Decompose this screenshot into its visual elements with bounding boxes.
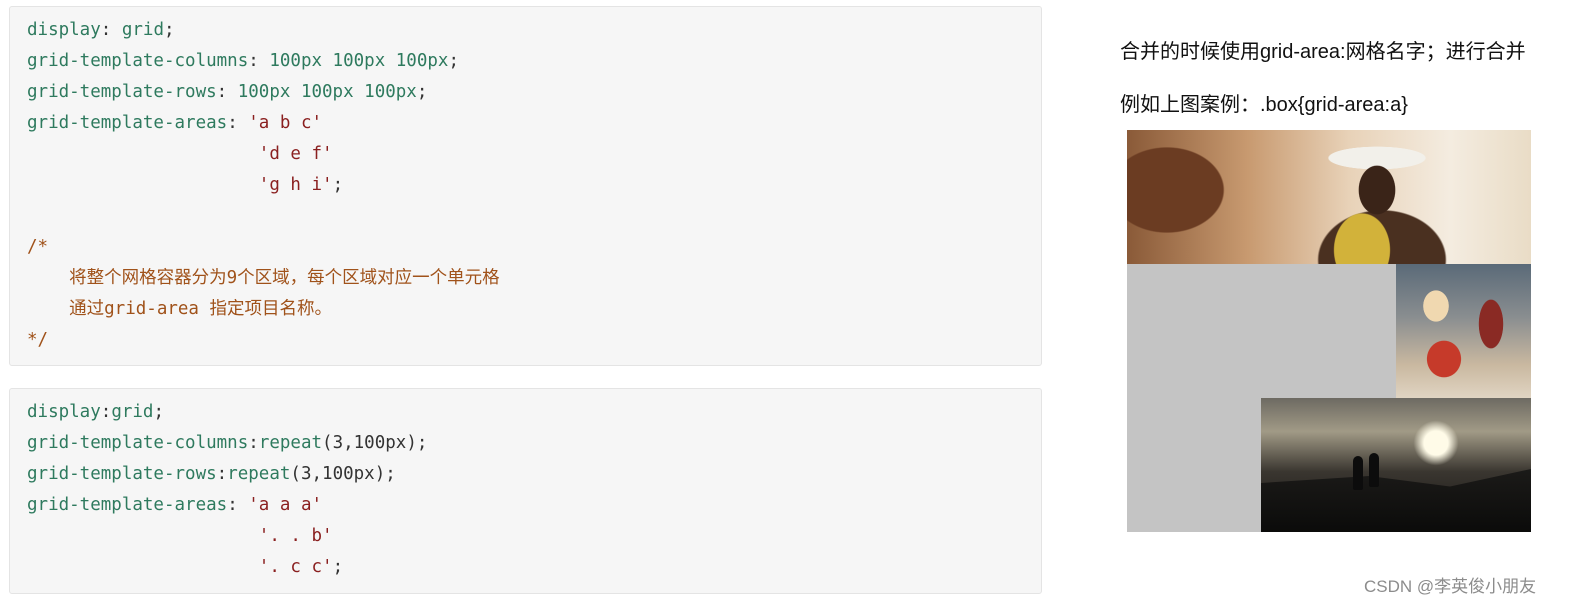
css-property: display bbox=[27, 20, 101, 40]
code-line: grid-template-columns: 100px 100px 100px… bbox=[27, 51, 460, 71]
code-line: /* bbox=[27, 232, 1041, 263]
code-line: */ bbox=[27, 325, 1041, 356]
css-string: 'a b c' bbox=[248, 113, 323, 133]
comment-text: 通过grid-area 指定项目名称。 bbox=[27, 299, 333, 319]
code-line: display:grid; bbox=[27, 402, 165, 422]
css-property: grid-template-columns bbox=[27, 51, 249, 71]
css-property: display bbox=[27, 402, 101, 422]
css-function: repeat bbox=[258, 433, 323, 453]
code-line: grid-template-rows: 100px 100px 100px; bbox=[27, 82, 428, 102]
css-value: grid bbox=[121, 20, 164, 40]
code-line: display: grid; bbox=[27, 20, 175, 40]
code-line: grid-template-rows:repeat(3,100px); bbox=[27, 464, 396, 484]
grid-area-demo-image bbox=[1127, 130, 1531, 532]
watermark: CSDN @李英俊小朋友 bbox=[1364, 577, 1537, 596]
code-line: 'd e f' bbox=[27, 139, 1041, 170]
css-string: 'd e f' bbox=[258, 144, 333, 164]
css-function: repeat bbox=[227, 464, 291, 484]
grid-cell-c-photo bbox=[1261, 398, 1531, 532]
css-string: 'g h i' bbox=[258, 175, 333, 195]
css-property: grid-template-rows bbox=[27, 82, 217, 102]
silhouette-figure bbox=[1369, 453, 1379, 487]
css-value: grid bbox=[111, 402, 154, 422]
code-line: grid-template-areas: 'a b c' bbox=[27, 113, 323, 133]
css-string: '. . b' bbox=[258, 526, 333, 546]
comment-close: */ bbox=[27, 330, 49, 350]
grid-cell-a-photo bbox=[1127, 130, 1531, 264]
code-line: grid-template-columns:repeat(3,100px); bbox=[27, 433, 428, 453]
css-value: 100px 100px 100px bbox=[237, 82, 417, 102]
silhouette-figure bbox=[1353, 456, 1363, 490]
example-note: 例如上图案例：.box{grid-area:a} bbox=[1120, 94, 1408, 116]
css-property: grid-template-areas bbox=[27, 113, 228, 133]
code-line: 'g h i'; bbox=[258, 175, 344, 195]
code-line: '. c c'; bbox=[258, 557, 344, 577]
code-block-grid-merge: display:grid; grid-template-columns:repe… bbox=[9, 388, 1042, 594]
css-property: grid-template-columns bbox=[27, 433, 249, 453]
code-line: 将整个网格容器分为9个区域，每个区域对应一个单元格 bbox=[27, 263, 1041, 294]
landscape-shape bbox=[1261, 469, 1531, 532]
code-line: 通过grid-area 指定项目名称。 bbox=[27, 294, 1041, 325]
css-property: grid-template-rows bbox=[27, 464, 217, 484]
code-block-grid-template-areas: display: grid; grid-template-columns: 10… bbox=[9, 6, 1042, 366]
grid-cell-b-photo bbox=[1396, 264, 1531, 398]
merge-note: 合并的时候使用grid-area:网格名字；进行合并 bbox=[1120, 41, 1526, 63]
css-value: 100px 100px 100px bbox=[269, 51, 449, 71]
css-string: '. c c' bbox=[258, 557, 333, 577]
css-string: 'a a a' bbox=[248, 495, 323, 515]
css-property: grid-template-areas bbox=[27, 495, 228, 515]
code-line: '. . b' bbox=[27, 521, 1041, 552]
code-line: grid-template-areas: 'a a a' bbox=[27, 495, 323, 515]
comment-open: /* bbox=[27, 237, 49, 257]
comment-text: 将整个网格容器分为9个区域，每个区域对应一个单元格 bbox=[27, 268, 500, 288]
